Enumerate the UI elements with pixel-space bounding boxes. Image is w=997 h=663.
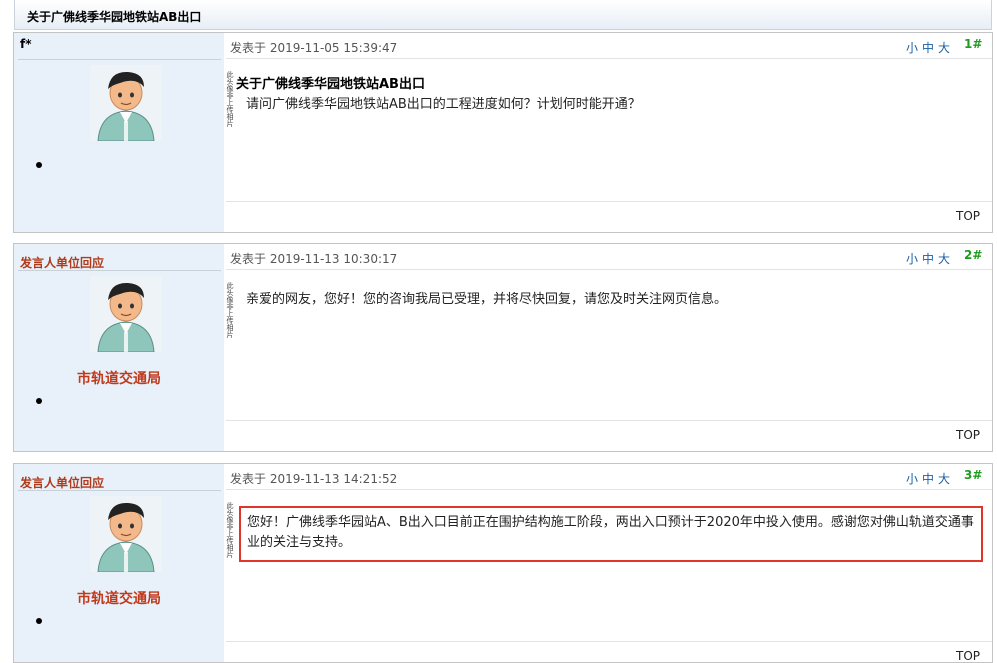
post-author-panel: 发言人单位回应 此头像非上传相片 市轨道交通局 <box>14 244 234 451</box>
avatar-caption: 此头像非上传相片 <box>226 502 234 558</box>
post-floor-number: 3# <box>964 468 983 482</box>
thread-title-bar: 关于广佛线季华园地铁站AB出口 <box>14 0 992 30</box>
avatar-caption: 此头像非上传相片 <box>226 282 234 338</box>
post-subject: 关于广佛线季华园地铁站AB出口 <box>236 77 425 92</box>
font-large-button[interactable]: 大 <box>938 41 950 55</box>
font-size-controls: 小中大 <box>906 39 954 56</box>
default-avatar-icon <box>90 496 162 573</box>
font-large-button[interactable]: 大 <box>938 252 950 266</box>
back-to-top-link[interactable]: TOP <box>956 649 980 662</box>
post-floor-number: 1# <box>964 37 983 51</box>
responder-unit[interactable]: 市轨道交通局 <box>14 368 224 388</box>
font-medium-button[interactable]: 中 <box>922 41 934 55</box>
list-bullet <box>36 398 42 404</box>
divider <box>226 641 992 642</box>
post-timestamp: 发表于 2019-11-05 15:39:47 <box>230 41 398 55</box>
post-author-panel: f* 此头像非上传相片 <box>14 33 234 232</box>
avatar: 此头像非上传相片 <box>90 65 234 142</box>
thread-title: 关于广佛线季华园地铁站AB出口 <box>27 10 202 24</box>
list-bullet <box>36 618 42 624</box>
divider <box>18 59 221 60</box>
post-author-name[interactable]: 发言人单位回应 <box>20 254 104 271</box>
post-timestamp: 发表于 2019-11-13 10:30:17 <box>230 252 398 266</box>
post-author-name[interactable]: 发言人单位回应 <box>20 474 104 491</box>
divider <box>18 270 221 271</box>
post-author-name[interactable]: f* <box>20 37 32 51</box>
highlighted-post-body: 您好！广佛线季华园站A、B出入口目前正在围护结构施工阶段，两出入口预计于2020… <box>239 506 983 562</box>
list-bullet <box>36 162 42 168</box>
divider <box>18 490 221 491</box>
default-avatar-icon <box>90 276 162 353</box>
post-floor-number: 2# <box>964 248 983 262</box>
divider <box>226 489 992 490</box>
post-timestamp: 发表于 2019-11-13 14:21:52 <box>230 472 398 486</box>
font-small-button[interactable]: 小 <box>906 41 918 55</box>
post-3: 发言人单位回应 此头像非上传相片 市轨道交通局 发表于 2019-11-13 1… <box>13 463 993 663</box>
font-medium-button[interactable]: 中 <box>922 252 934 266</box>
font-small-button[interactable]: 小 <box>906 252 918 266</box>
font-size-controls: 小中大 <box>906 470 954 487</box>
post-2: 发言人单位回应 此头像非上传相片 市轨道交通局 发表于 2019-11-13 1… <box>13 243 993 452</box>
divider <box>226 58 992 59</box>
font-small-button[interactable]: 小 <box>906 472 918 486</box>
divider <box>226 269 992 270</box>
font-medium-button[interactable]: 中 <box>922 472 934 486</box>
avatar-caption: 此头像非上传相片 <box>226 71 234 127</box>
responder-unit[interactable]: 市轨道交通局 <box>14 588 224 608</box>
post-author-panel: 发言人单位回应 此头像非上传相片 市轨道交通局 <box>14 464 234 662</box>
back-to-top-link[interactable]: TOP <box>956 428 980 442</box>
divider <box>226 201 992 202</box>
divider <box>226 420 992 421</box>
font-large-button[interactable]: 大 <box>938 472 950 486</box>
font-size-controls: 小中大 <box>906 250 954 267</box>
post-body: 请问广佛线季华园地铁站AB出口的工程进度如何？计划何时能开通？ <box>246 97 641 112</box>
avatar: 此头像非上传相片 <box>90 496 234 573</box>
back-to-top-link[interactable]: TOP <box>956 209 980 223</box>
post-1: f* 此头像非上传相片 发表于 2019-11-05 15:39:47 小中大 … <box>13 32 993 233</box>
avatar: 此头像非上传相片 <box>90 276 234 353</box>
post-body: 亲爱的网友，您好！您的咨询我局已受理，并将尽快回复，请您及时关注网页信息。 <box>246 292 728 307</box>
default-avatar-icon <box>90 65 162 142</box>
